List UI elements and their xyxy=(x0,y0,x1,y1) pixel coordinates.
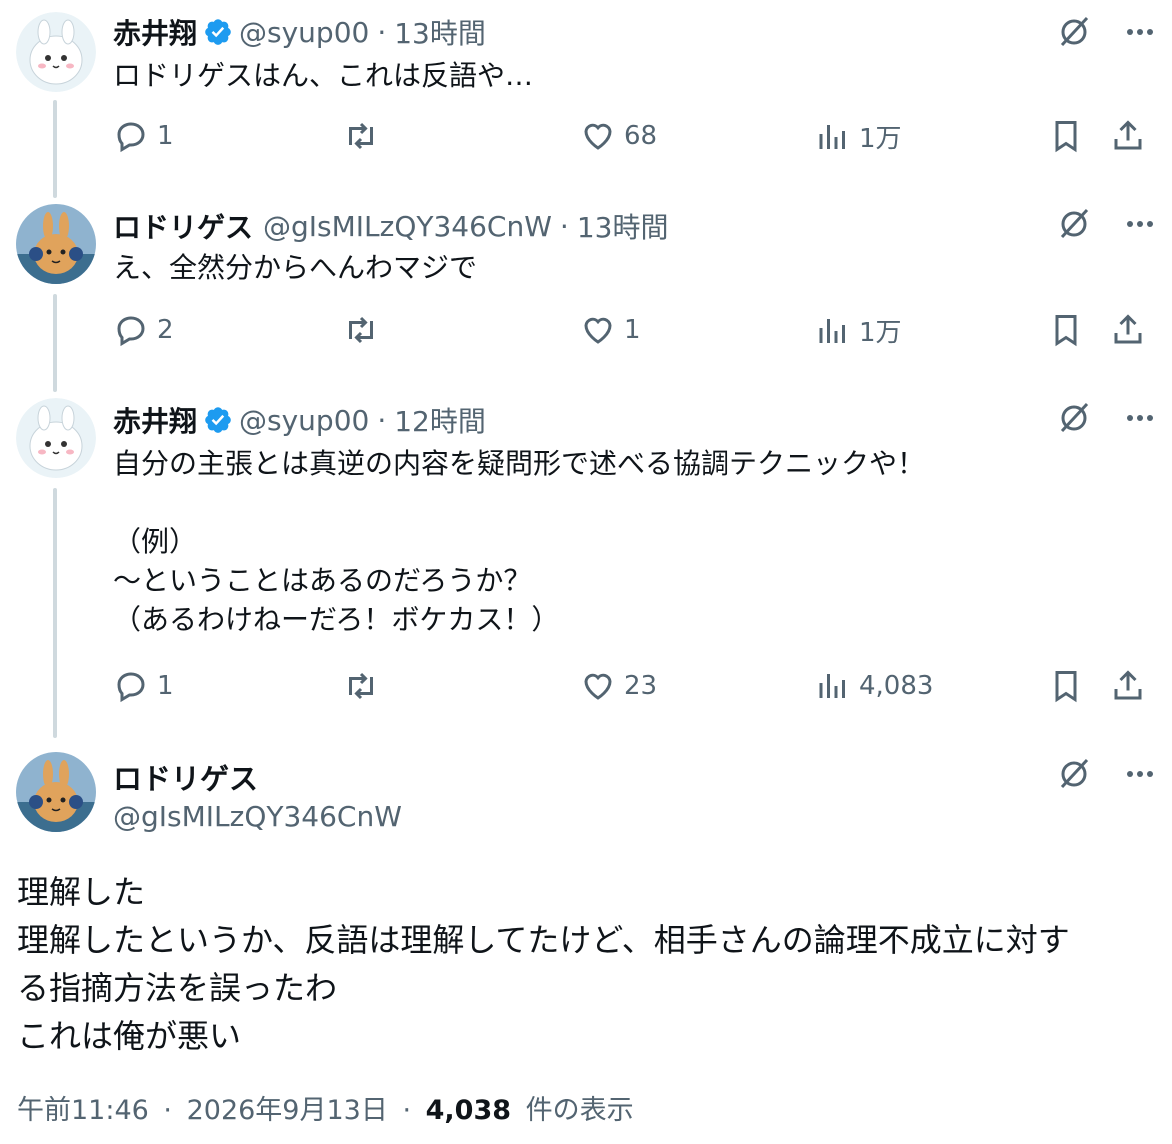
reply-button[interactable]: 2 xyxy=(113,312,174,348)
tweet-text: ロドリゲスはん、これは反語や… xyxy=(113,59,534,92)
like-button[interactable]: 68 xyxy=(580,118,657,154)
views-button[interactable]: 1万 xyxy=(815,312,902,349)
share-button[interactable] xyxy=(1110,312,1146,348)
author-handle[interactable]: @gIsMILzQY346CnW xyxy=(113,800,402,833)
main-tweet-text: 理解した 理解したというか、反語は理解してたけど、相手さんの論理不成立に対す る… xyxy=(17,873,1070,1055)
grok-icon[interactable] xyxy=(1056,756,1092,792)
share-button[interactable] xyxy=(1110,668,1146,704)
more-icon[interactable] xyxy=(1122,14,1158,50)
views-icon xyxy=(819,124,845,149)
verified-badge-icon xyxy=(203,17,233,47)
reply-count: 2 xyxy=(157,315,174,345)
separator-dot: · xyxy=(377,403,387,437)
like-button[interactable]: 1 xyxy=(580,312,641,348)
views-count: 1万 xyxy=(859,124,902,154)
separator-dot: · xyxy=(402,1095,412,1126)
reply-icon xyxy=(117,672,145,703)
bookmark-button[interactable] xyxy=(1048,668,1084,704)
author-handle[interactable]: @syup00 xyxy=(239,16,369,49)
tweet-2[interactable]: ロドリゲス @gIsMILzQY346CnW · 13時間 え、全然分からへんわ… xyxy=(0,194,1172,388)
like-icon xyxy=(584,673,612,700)
avatar-rodriguez[interactable] xyxy=(16,204,96,284)
views-icon xyxy=(819,674,845,698)
like-icon xyxy=(584,317,612,344)
tweet-header: ロドリゲス @gIsMILzQY346CnW · 13時間 xyxy=(113,206,668,246)
action-bar: 1 68 1万 xyxy=(0,118,1172,158)
like-button[interactable]: 23 xyxy=(580,668,657,704)
reply-button[interactable]: 1 xyxy=(113,118,174,154)
share-icon xyxy=(1114,314,1142,344)
author-handle[interactable]: @gIsMILzQY346CnW xyxy=(263,210,552,243)
bookmark-button[interactable] xyxy=(1048,312,1084,348)
like-count: 1 xyxy=(624,315,641,345)
author-name[interactable]: ロドリゲス xyxy=(113,756,258,798)
bookmark-button[interactable] xyxy=(1048,118,1084,154)
reply-button[interactable]: 1 xyxy=(113,668,174,704)
retweet-icon xyxy=(349,122,373,150)
views-button[interactable]: 4,083 xyxy=(815,668,933,704)
action-bar: 1 23 4,083 xyxy=(0,668,1172,708)
tweet-meta: 午前11:46 · 2026年9月13日 · 4,038 件の表示 xyxy=(17,1088,634,1127)
views-icon xyxy=(819,318,845,343)
bookmark-icon xyxy=(1055,121,1077,153)
reply-icon xyxy=(117,122,145,153)
tweet-3[interactable]: 赤井翔 @syup00 · 12時間 自分の主張とは真逆の内容を疑問形で述べる協… xyxy=(0,388,1172,738)
tweet-1[interactable]: 赤井翔 @syup00 · 13時間 ロドリゲスはん、これは反語や… 1 68 … xyxy=(0,0,1172,194)
more-icon[interactable] xyxy=(1122,206,1158,242)
grok-icon[interactable] xyxy=(1056,14,1092,50)
tweet-text: え、全然分からへんわマジで xyxy=(113,251,478,284)
share-icon xyxy=(1114,120,1142,150)
like-count: 23 xyxy=(624,671,658,701)
tweet-date[interactable]: 2026年9月13日 xyxy=(187,1095,388,1126)
separator-dot: · xyxy=(377,15,387,49)
retweet-icon xyxy=(349,672,373,700)
action-bar: 2 1 1万 xyxy=(0,312,1172,352)
retweet-button[interactable] xyxy=(343,668,387,704)
avatar-rodriguez[interactable] xyxy=(16,752,96,832)
tweet-header: 赤井翔 @syup00 · 12時間 xyxy=(113,400,486,440)
separator-dot: · xyxy=(559,209,569,243)
reply-count: 1 xyxy=(157,671,174,701)
more-icon[interactable] xyxy=(1122,756,1158,792)
more-icon[interactable] xyxy=(1122,400,1158,436)
views-button[interactable]: 1万 xyxy=(815,118,902,155)
share-icon xyxy=(1114,670,1142,700)
main-tweet: ロドリゲス @gIsMILzQY346CnW 理解した 理解したというか、反語は… xyxy=(0,750,1172,1144)
share-button[interactable] xyxy=(1110,118,1146,154)
views-count: 4,083 xyxy=(859,671,934,701)
views-count: 4,038 xyxy=(425,1095,512,1126)
author-name[interactable]: 赤井翔 xyxy=(113,12,197,52)
retweet-button[interactable] xyxy=(343,118,387,154)
views-label: 件の表示 xyxy=(525,1095,634,1126)
tweet-header: 赤井翔 @syup00 · 13時間 xyxy=(113,12,486,52)
bookmark-icon xyxy=(1055,315,1077,347)
views-count: 1万 xyxy=(859,318,902,348)
tweet-time[interactable]: 午前11:46 xyxy=(17,1095,149,1126)
separator-dot: · xyxy=(163,1095,172,1126)
grok-icon[interactable] xyxy=(1056,206,1092,242)
tweet-time[interactable]: 13時間 xyxy=(577,206,669,246)
avatar-akai[interactable] xyxy=(16,12,96,92)
reply-icon xyxy=(117,316,145,347)
grok-icon[interactable] xyxy=(1056,400,1092,436)
tweet-time[interactable]: 13時間 xyxy=(394,12,486,52)
avatar-akai[interactable] xyxy=(16,398,96,478)
author-handle[interactable]: @syup00 xyxy=(239,404,369,437)
tweet-time[interactable]: 12時間 xyxy=(394,400,486,440)
bookmark-icon xyxy=(1055,671,1077,703)
author-name[interactable]: 赤井翔 xyxy=(113,400,197,440)
like-count: 68 xyxy=(624,121,658,151)
verified-badge-icon xyxy=(203,405,233,435)
retweet-button[interactable] xyxy=(343,312,387,348)
like-icon xyxy=(584,123,612,150)
reply-count: 1 xyxy=(157,121,174,151)
author-name[interactable]: ロドリゲス xyxy=(113,206,253,246)
retweet-icon xyxy=(349,316,373,344)
tweet-text: 自分の主張とは真逆の内容を疑問形で述べる協調テクニックや！ （例） 〜ということ… xyxy=(113,447,926,636)
